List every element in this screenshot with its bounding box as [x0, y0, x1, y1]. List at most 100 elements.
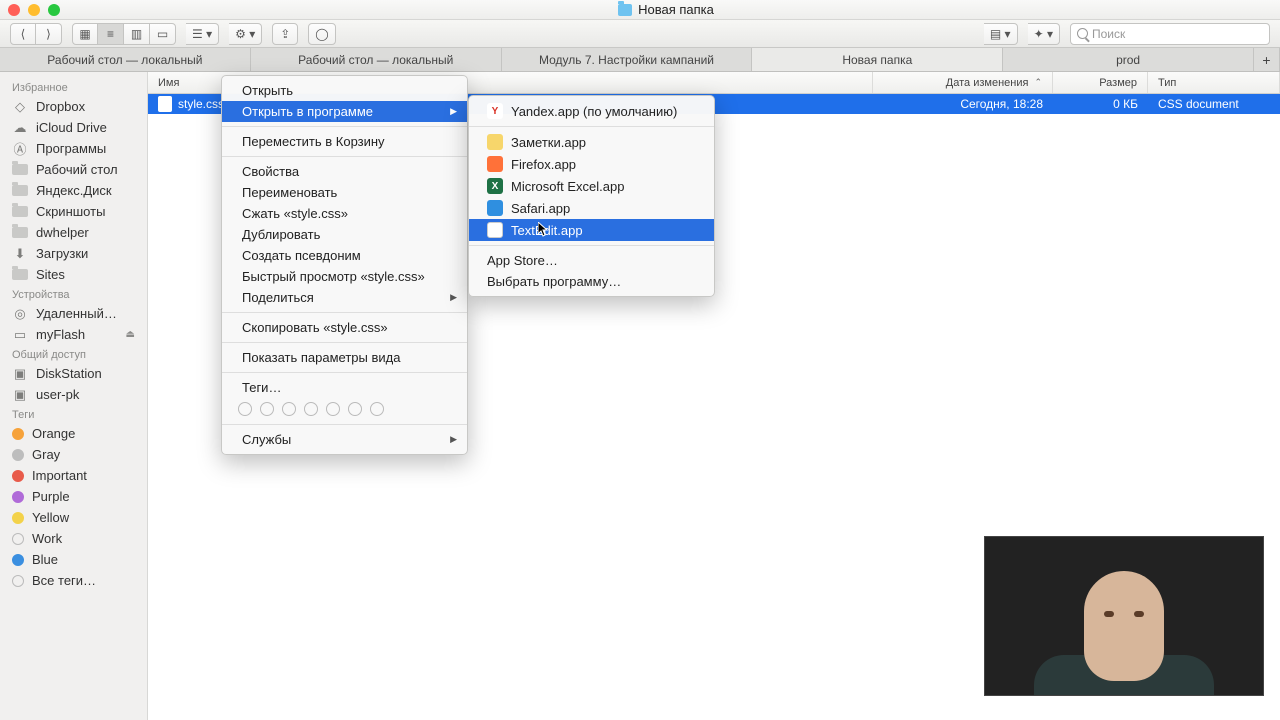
sort-caret-icon: ⌃: [1034, 77, 1042, 88]
sidebar-tag-orange[interactable]: Orange: [0, 423, 147, 444]
ctx-copy[interactable]: Скопировать «style.css»: [222, 317, 467, 338]
share-button[interactable]: ⇪: [272, 23, 298, 45]
file-icon: [158, 96, 172, 112]
tag-circle[interactable]: [370, 402, 384, 416]
sidebar: Избранное ◇Dropbox ☁iCloud Drive ⒶПрогра…: [0, 72, 148, 720]
ctx-compress[interactable]: Сжать «style.css»: [222, 203, 467, 224]
ctx-viewopts[interactable]: Показать параметры вида: [222, 347, 467, 368]
column-date[interactable]: Дата изменения⌃: [873, 72, 1053, 93]
toolbar: ⟨ ⟩ ▦ ≡ ▥ ▭ ☰ ▾ ⚙ ▾ ⇪ ◯ ▤ ▾ ✦ ▾ Поиск: [0, 20, 1280, 48]
ctx-tags[interactable]: Теги…: [222, 377, 467, 398]
tag-circle[interactable]: [304, 402, 318, 416]
file-size: 0 КБ: [1053, 97, 1148, 111]
ctx-duplicate[interactable]: Дублировать: [222, 224, 467, 245]
sidebar-section-devices: Устройства: [0, 285, 147, 303]
column-kind[interactable]: Тип: [1148, 72, 1280, 93]
sidebar-item-apps[interactable]: ⒶПрограммы: [0, 138, 147, 159]
submenu-appstore[interactable]: App Store…: [469, 250, 714, 271]
tab-2[interactable]: Модуль 7. Настройки кампаний: [502, 48, 753, 71]
file-name: style.css: [178, 97, 224, 111]
action-button[interactable]: ⚙ ▾: [229, 23, 262, 45]
sidebar-item-dropbox[interactable]: ◇Dropbox: [0, 96, 147, 117]
tab-4[interactable]: prod: [1003, 48, 1254, 71]
excel-icon: X: [487, 178, 503, 194]
arrange-button[interactable]: ☰ ▾: [186, 23, 219, 45]
ctx-quicklook[interactable]: Быстрый просмотр «style.css»: [222, 266, 467, 287]
submenu-excel[interactable]: XMicrosoft Excel.app: [469, 175, 714, 197]
tab-3[interactable]: Новая папка: [752, 48, 1003, 71]
search-field[interactable]: Поиск: [1070, 23, 1270, 45]
submenu-notes[interactable]: Заметки.app: [469, 131, 714, 153]
dropbox-button[interactable]: ✦ ▾: [1028, 23, 1060, 45]
ctx-rename[interactable]: Переименовать: [222, 182, 467, 203]
sidebar-tag-work[interactable]: Work: [0, 528, 147, 549]
sidebar-item-screenshots[interactable]: Скриншоты: [0, 201, 147, 222]
submenu-safari[interactable]: Safari.app: [469, 197, 714, 219]
sidebar-item-downloads[interactable]: ⬇Загрузки: [0, 243, 147, 264]
sidebar-item-yadisk[interactable]: Яндекс.Диск: [0, 180, 147, 201]
submenu-default[interactable]: Y Yandex.app (по умолчанию): [469, 100, 714, 122]
back-button[interactable]: ⟨: [10, 23, 36, 45]
sidebar-item-dwhelper[interactable]: dwhelper: [0, 222, 147, 243]
webcam-overlay: [984, 536, 1264, 696]
safari-icon: [487, 200, 503, 216]
sidebar-section-favorites: Избранное: [0, 78, 147, 96]
ctx-tag-colors: [222, 398, 467, 420]
submenu-other[interactable]: Выбрать программу…: [469, 271, 714, 292]
zoom-window-button[interactable]: [48, 4, 60, 16]
file-kind: CSS document: [1148, 97, 1280, 111]
sidebar-tag-all[interactable]: Все теги…: [0, 570, 147, 591]
path-button[interactable]: ▤ ▾: [984, 23, 1018, 45]
view-column-button[interactable]: ▥: [124, 23, 150, 45]
sidebar-tag-gray[interactable]: Gray: [0, 444, 147, 465]
notes-icon: [487, 134, 503, 150]
tag-circle[interactable]: [282, 402, 296, 416]
tag-circle[interactable]: [260, 402, 274, 416]
tag-circle[interactable]: [348, 402, 362, 416]
tag-circle[interactable]: [238, 402, 252, 416]
sidebar-item-myflash[interactable]: ▭myFlash⏏: [0, 324, 147, 345]
sidebar-item-desktop[interactable]: Рабочий стол: [0, 159, 147, 180]
view-list-button[interactable]: ≡: [98, 23, 124, 45]
sidebar-section-tags: Теги: [0, 405, 147, 423]
tab-1[interactable]: Рабочий стол — локальный: [251, 48, 502, 71]
window-controls: [8, 4, 60, 16]
folder-icon: [618, 4, 632, 16]
window-tabs: Рабочий стол — локальный Рабочий стол — …: [0, 48, 1280, 72]
submenu-firefox[interactable]: Firefox.app: [469, 153, 714, 175]
ctx-trash[interactable]: Переместить в Корзину: [222, 131, 467, 152]
ctx-open-with[interactable]: Открыть в программе: [222, 101, 467, 122]
close-window-button[interactable]: [8, 4, 20, 16]
ctx-open[interactable]: Открыть: [222, 80, 467, 101]
ctx-info[interactable]: Свойства: [222, 161, 467, 182]
sidebar-tag-blue[interactable]: Blue: [0, 549, 147, 570]
window-title: Новая папка: [638, 2, 714, 17]
sidebar-item-remote[interactable]: ◎Удаленный…: [0, 303, 147, 324]
submenu-textedit[interactable]: TextEdit.app: [469, 219, 714, 241]
search-icon: [1077, 28, 1088, 39]
forward-button[interactable]: ⟩: [36, 23, 62, 45]
sidebar-item-icloud[interactable]: ☁iCloud Drive: [0, 117, 147, 138]
sidebar-tag-important[interactable]: Important: [0, 465, 147, 486]
ctx-services[interactable]: Службы: [222, 429, 467, 450]
eject-icon[interactable]: ⏏: [126, 329, 135, 340]
tab-0[interactable]: Рабочий стол — локальный: [0, 48, 251, 71]
tag-circle[interactable]: [326, 402, 340, 416]
firefox-icon: [487, 156, 503, 172]
ctx-alias[interactable]: Создать псевдоним: [222, 245, 467, 266]
sidebar-item-diskstation[interactable]: ▣DiskStation: [0, 363, 147, 384]
yandex-icon: Y: [487, 103, 503, 119]
new-tab-button[interactable]: +: [1254, 48, 1280, 71]
open-with-submenu: Y Yandex.app (по умолчанию) Заметки.app …: [468, 95, 715, 297]
view-icon-button[interactable]: ▦: [72, 23, 98, 45]
ctx-share[interactable]: Поделиться: [222, 287, 467, 308]
sidebar-item-sites[interactable]: Sites: [0, 264, 147, 285]
view-gallery-button[interactable]: ▭: [150, 23, 176, 45]
minimize-window-button[interactable]: [28, 4, 40, 16]
column-size[interactable]: Размер: [1053, 72, 1148, 93]
sidebar-tag-purple[interactable]: Purple: [0, 486, 147, 507]
sidebar-item-userpk[interactable]: ▣user-pk: [0, 384, 147, 405]
titlebar: Новая папка: [0, 0, 1280, 20]
tags-button[interactable]: ◯: [308, 23, 335, 45]
sidebar-tag-yellow[interactable]: Yellow: [0, 507, 147, 528]
